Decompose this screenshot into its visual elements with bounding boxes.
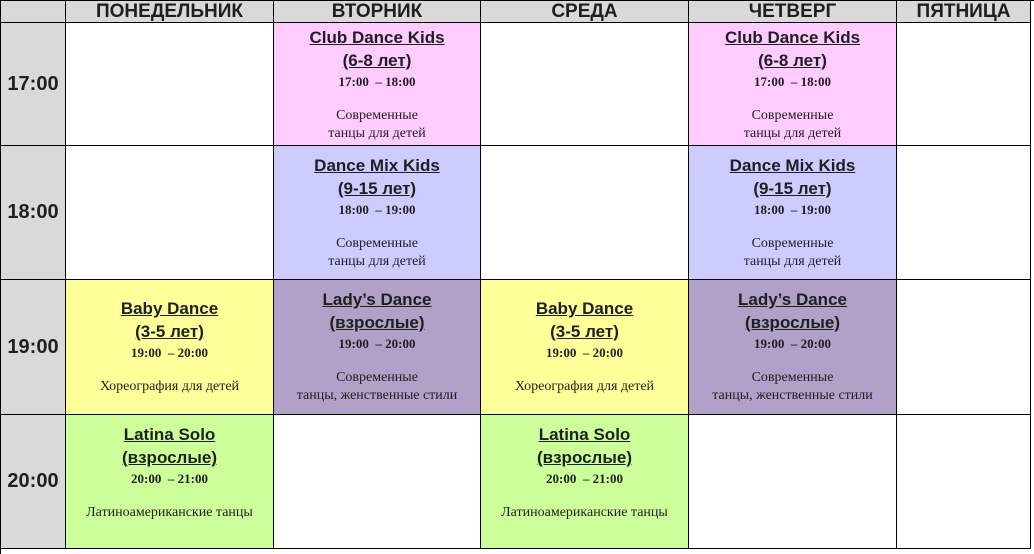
class-description-line: Современные	[751, 236, 834, 251]
class-thursday-dance-mix-kids: Dance Mix Kids (9-15 лет) 18:00 – 19:00 …	[689, 146, 897, 280]
time-label-1900: 19:00	[1, 280, 66, 415]
class-age: (взрослые)	[745, 313, 840, 332]
class-description: Современные танцы для детей	[744, 235, 842, 271]
schedule-table: ПОНЕДЕЛЬНИК ВТОРНИК СРЕДА ЧЕТВЕРГ ПЯТНИЦ…	[0, 0, 1034, 554]
class-time: 19:00 – 20:00	[546, 345, 623, 360]
class-age: (6-8 лет)	[342, 51, 412, 70]
class-age: (взрослые)	[122, 448, 217, 467]
class-time: 17:00 – 18:00	[754, 74, 831, 89]
class-description-line: Хореография для детей	[99, 379, 240, 394]
slot-wednesday-1700	[481, 23, 689, 146]
time-label-2000: 20:00	[1, 415, 66, 549]
class-time: 19:00 – 20:00	[338, 336, 416, 351]
class-description-line: Современные	[336, 370, 418, 385]
slot-tuesday-2000	[274, 415, 481, 549]
class-time: 19:00 – 20:00	[754, 336, 831, 351]
slot-friday-1800	[897, 146, 1031, 280]
class-name: Lady’s Dance	[738, 290, 847, 309]
class-age: (9-15 лет)	[337, 179, 417, 198]
class-name: Club Dance Kids	[309, 28, 445, 47]
class-description-line: Латиноамериканские танцы	[86, 505, 253, 520]
class-description: Современные танцы для детей	[744, 107, 842, 143]
class-description: Хореография для детей	[100, 378, 239, 396]
slot-friday-1700	[897, 23, 1031, 146]
day-header-friday: ПЯТНИЦА	[897, 1, 1031, 23]
class-age: (6-8 лет)	[758, 51, 827, 70]
class-name: Lady’s Dance	[322, 290, 432, 309]
class-description-line: танцы, женственные стили	[712, 388, 873, 403]
class-description-line: Современные	[751, 370, 834, 385]
class-tuesday-dance-mix-kids: Dance Mix Kids (9-15 лет) 18:00 – 19:00 …	[274, 146, 481, 280]
class-name: Club Dance Kids	[724, 28, 861, 47]
class-name: Baby Dance	[120, 299, 219, 318]
day-header-wednesday: СРЕДА	[481, 1, 689, 23]
class-name: Latina Solo	[538, 425, 631, 444]
class-wednesday-latina-solo: Latina Solo (взрослые) 20:00 – 21:00 Лат…	[481, 415, 689, 549]
class-description: Современные танцы для детей	[328, 235, 426, 271]
class-description-line: Современные	[336, 236, 418, 251]
time-label-1800: 18:00	[1, 146, 66, 280]
class-monday-baby-dance: Baby Dance (3-5 лет) 19:00 – 20:00 Хорео…	[66, 280, 274, 415]
class-age: (3-5 лет)	[550, 322, 619, 341]
class-time: 17:00 – 18:00	[338, 74, 416, 89]
class-name: Baby Dance	[535, 299, 634, 318]
slot-friday-1900	[897, 280, 1031, 415]
class-description-line: танцы, женственные стили	[296, 388, 458, 403]
class-description-line: Современные	[751, 108, 834, 123]
slot-wednesday-1800	[481, 146, 689, 280]
class-description: Латиноамериканские танцы	[501, 504, 668, 522]
slot-monday-1800	[66, 146, 274, 280]
class-description-line: Современные	[336, 108, 418, 123]
class-time: 20:00 – 21:00	[131, 471, 208, 486]
class-age: (взрослые)	[329, 313, 425, 332]
corner-cell	[1, 1, 66, 23]
class-description: Современные танцы, женственные стили	[297, 369, 458, 405]
day-header-thursday: ЧЕТВЕРГ	[689, 1, 897, 23]
slot-thursday-2000	[689, 415, 897, 549]
class-time: 18:00 – 19:00	[754, 202, 831, 217]
slot-monday-1700	[66, 23, 274, 146]
class-age: (3-5 лет)	[135, 322, 204, 341]
day-header-tuesday: ВТОРНИК	[274, 1, 481, 23]
class-time: 20:00 – 21:00	[546, 471, 623, 486]
day-header-monday: ПОНЕДЕЛЬНИК	[66, 1, 274, 23]
class-description-line: танцы для детей	[743, 126, 842, 141]
class-description: Современные танцы для детей	[328, 107, 426, 143]
class-description: Современные танцы, женственные стили	[712, 369, 873, 405]
class-description-line: танцы для детей	[743, 254, 842, 269]
class-description-line: танцы для детей	[328, 254, 426, 269]
class-tuesday-club-dance-kids: Club Dance Kids (6-8 лет) 17:00 – 18:00 …	[274, 23, 481, 146]
class-name: Latina Solo	[123, 425, 216, 444]
class-thursday-club-dance-kids: Club Dance Kids (6-8 лет) 17:00 – 18:00 …	[689, 23, 897, 146]
class-time: 19:00 – 20:00	[131, 345, 208, 360]
class-description-line: Латиноамериканские танцы	[501, 505, 668, 520]
class-description: Хореография для детей	[515, 378, 654, 396]
class-age: (взрослые)	[537, 448, 632, 467]
class-tuesday-ladys-dance: Lady’s Dance (взрослые) 19:00 – 20:00 Со…	[274, 280, 481, 415]
class-name: Dance Mix Kids	[729, 156, 856, 175]
time-label-1700: 17:00	[1, 23, 66, 146]
class-time: 18:00 – 19:00	[338, 202, 416, 217]
class-age: (9-15 лет)	[753, 179, 832, 198]
class-wednesday-baby-dance: Baby Dance (3-5 лет) 19:00 – 20:00 Хорео…	[481, 280, 689, 415]
class-name: Dance Mix Kids	[314, 156, 440, 175]
class-thursday-ladys-dance: Lady’s Dance (взрослые) 19:00 – 20:00 Со…	[689, 280, 897, 415]
class-description-line: Хореография для детей	[514, 379, 655, 394]
class-description-line: танцы для детей	[328, 126, 426, 141]
class-monday-latina-solo: Latina Solo (взрослые) 20:00 – 21:00 Лат…	[66, 415, 274, 549]
slot-friday-2000	[897, 415, 1031, 549]
class-description: Латиноамериканские танцы	[86, 504, 253, 522]
